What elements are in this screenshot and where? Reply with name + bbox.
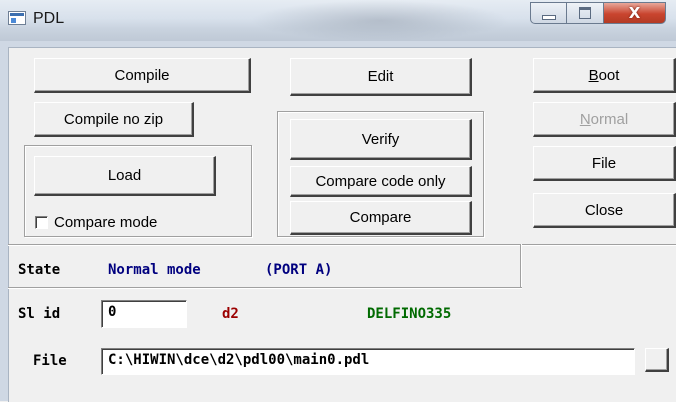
separator-vertical [520,244,522,287]
separator-top [8,244,676,246]
file-label: File [33,353,67,369]
close-window-button[interactable]: X [604,2,666,24]
close-button[interactable]: Close [533,193,676,228]
verify-button[interactable]: Verify [290,119,472,160]
compare-mode-label: Compare mode [54,214,158,231]
file-path-value: C:\HIWIN\dce\d2\pdl00\main0.pdl [108,352,370,368]
boot-label: oot [598,66,620,84]
title-bar[interactable]: PDL X [0,0,676,41]
state-port: (PORT A) [265,262,333,278]
compare-button[interactable]: Compare [290,201,472,235]
close-icon: X [628,4,641,22]
state-value: Normal mode [108,262,201,278]
compare-code-only-button[interactable]: Compare code only [290,166,472,197]
browse-button[interactable] [645,348,669,372]
maximize-button[interactable] [567,2,604,24]
file-button[interactable]: File [533,146,676,181]
boot-mnemonic: B [588,66,599,84]
app-icon[interactable] [8,11,26,25]
caption-buttons: X [530,2,670,24]
normal-label: ormal [590,110,629,128]
compare-mode-checkbox[interactable] [35,216,48,229]
normal-mnemonic: N [579,110,591,128]
edit-button[interactable]: Edit [290,58,472,96]
normal-button[interactable]: Normal [533,102,676,137]
state-label: State [18,262,61,278]
separator-state [8,287,522,289]
maximize-icon [579,7,591,19]
compile-button[interactable]: Compile [34,58,251,93]
window-title: PDL [33,10,65,27]
slave-id-label: Sl id [18,306,61,322]
device-name: DELFINO335 [367,306,452,322]
minimize-icon [541,14,556,20]
minimize-button[interactable] [530,2,567,24]
slave-name: d2 [222,306,239,322]
boot-button[interactable]: Boot [533,58,676,93]
compile-no-zip-button[interactable]: Compile no zip [34,102,194,137]
load-button[interactable]: Load [34,156,216,196]
file-path-input[interactable]: C:\HIWIN\dce\d2\pdl00\main0.pdl [101,348,635,375]
slave-id-input[interactable]: 0 [101,300,187,328]
slave-id-value: 0 [108,304,117,320]
